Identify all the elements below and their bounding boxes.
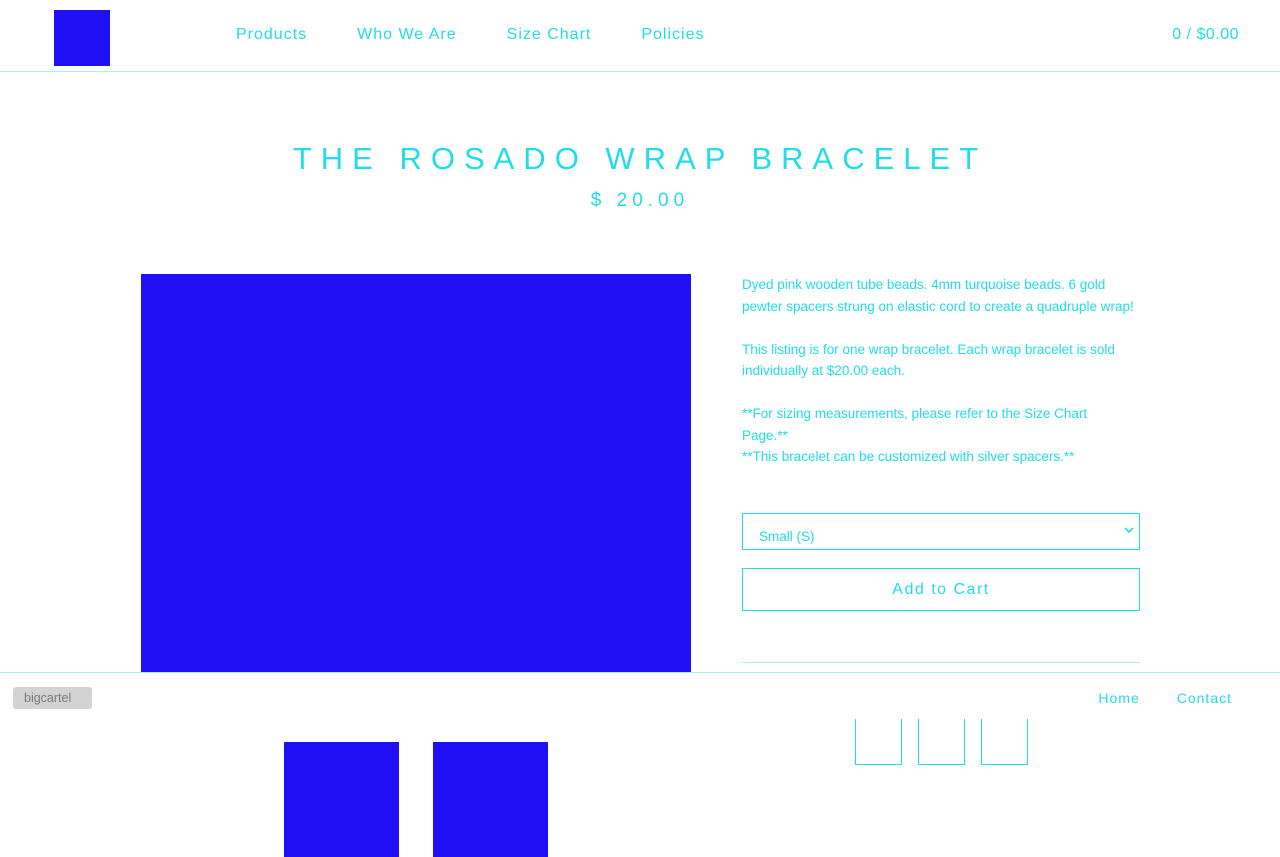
product-thumbnail[interactable]	[433, 742, 548, 857]
main-nav: Products Who We Are Size Chart Policies	[236, 26, 755, 44]
description-paragraph: **For sizing measurements, please refer …	[742, 403, 1134, 468]
nav-products[interactable]: Products	[236, 26, 307, 44]
nav-size-chart[interactable]: Size Chart	[507, 26, 592, 44]
footer-link-home[interactable]: Home	[1098, 690, 1139, 706]
bigcartel-badge[interactable]: bigcartel	[13, 687, 92, 709]
product-heading: THE ROSADO WRAP BRACELET $ 20.00	[0, 141, 1280, 212]
description-paragraph: Dyed pink wooden tube beads. 4mm turquoi…	[742, 277, 1134, 314]
share-button[interactable]	[855, 718, 902, 765]
site-footer: bigcartel Home Contact	[0, 672, 1280, 719]
footer-nav: Home Contact	[1061, 690, 1232, 706]
size-select[interactable]: Small (S)	[743, 514, 1139, 549]
product-main-image	[141, 274, 691, 672]
nav-who-we-are[interactable]: Who We Are	[357, 26, 457, 44]
add-to-cart-button[interactable]: Add to Cart	[742, 568, 1140, 611]
product-title: THE ROSADO WRAP BRACELET	[292, 141, 988, 176]
share-button[interactable]	[918, 718, 965, 765]
section-divider	[742, 662, 1140, 663]
product-price: $ 20.00	[590, 190, 690, 211]
site-header: Products Who We Are Size Chart Policies …	[0, 0, 1280, 72]
description-sizing-note: **For sizing measurements, please refer …	[742, 406, 1088, 443]
product-thumbnail[interactable]	[284, 742, 399, 857]
cart-link[interactable]: 0 / $0.00	[1172, 26, 1239, 44]
size-select-wrapper: Small (S)	[742, 513, 1140, 550]
store-logo[interactable]	[54, 10, 110, 66]
share-button[interactable]	[981, 718, 1028, 765]
description-paragraph: This listing is for one wrap bracelet. E…	[742, 341, 1115, 379]
product-description: Dyed pink wooden tube beads. 4mm turquoi…	[742, 274, 1134, 468]
footer-link-contact[interactable]: Contact	[1177, 690, 1232, 706]
description-custom-note: **This bracelet can be customized with s…	[742, 449, 1075, 464]
chevron-down-icon	[1124, 527, 1134, 534]
nav-policies[interactable]: Policies	[641, 26, 704, 44]
